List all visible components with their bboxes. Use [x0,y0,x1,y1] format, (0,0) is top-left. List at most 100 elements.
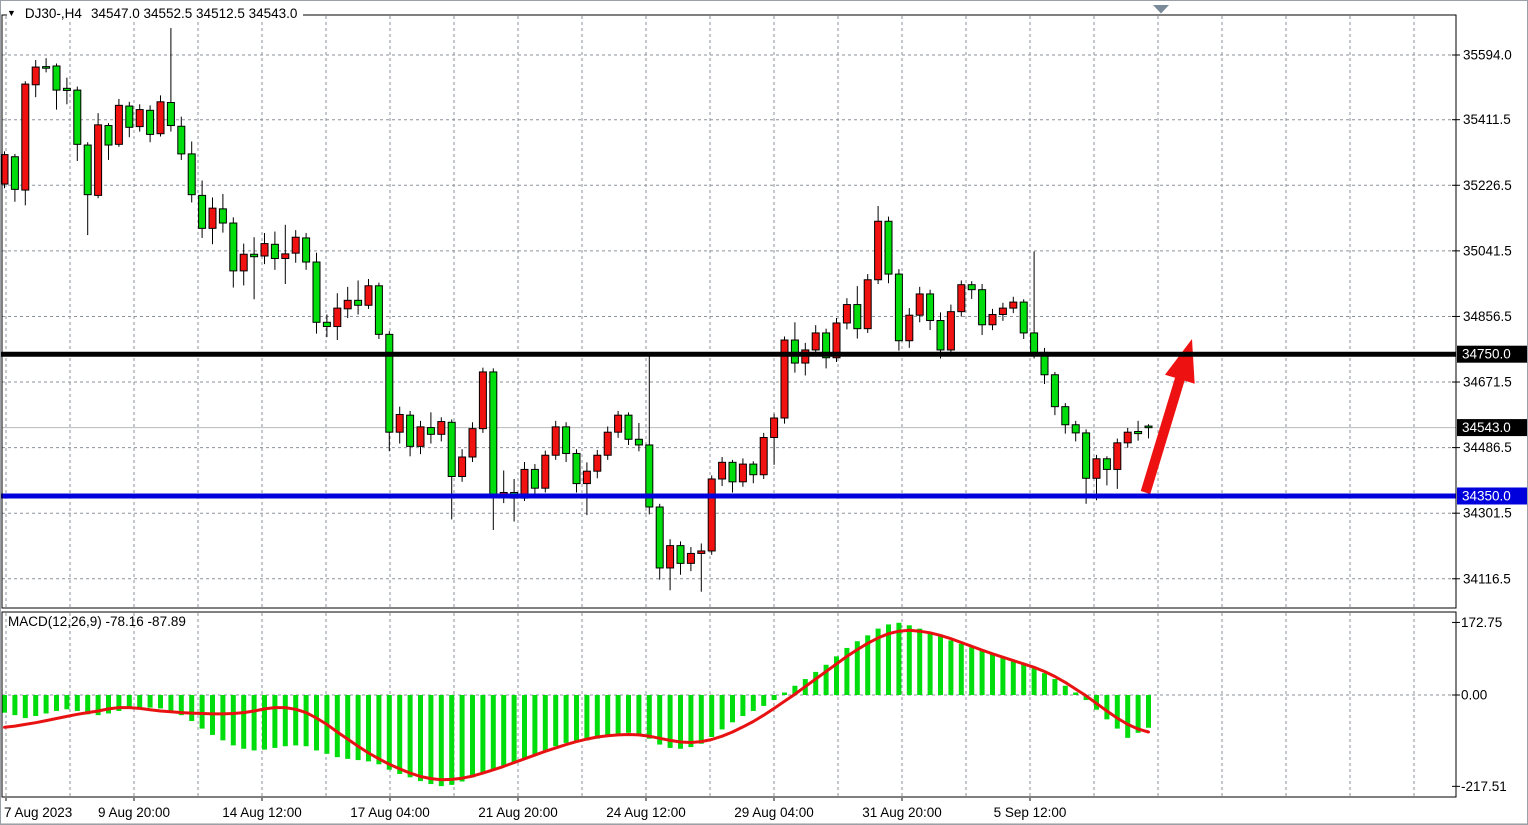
candle-body [126,106,133,127]
candle-body [594,455,601,471]
macd-axis-label: -217.51 [1461,779,1507,794]
chart-canvas[interactable]: 35594.035411.535226.535041.534856.534671… [1,1,1528,825]
scroll-to-end-marker-icon[interactable] [1153,5,1169,14]
time-axis-label: 9 Aug 20:00 [98,805,170,820]
breakout-arrow [1146,339,1195,493]
macd-histogram-bar [574,695,579,741]
candle-body [1051,375,1058,407]
candle-body [812,333,819,350]
macd-histogram-bar [54,695,59,711]
candle-body [417,427,424,446]
macd-histogram-bar [460,695,465,782]
candle-body [365,286,372,305]
price-axis-label: 35041.5 [1463,243,1512,258]
macd-histogram-bar [220,695,225,740]
candle-body [396,414,403,432]
candle-body [1062,407,1069,425]
macd-histogram-bar [1104,695,1109,719]
macd-histogram-bar [730,695,735,722]
candle-body [1083,433,1090,478]
macd-histogram-bar [252,695,257,750]
macd-histogram-bar [907,625,912,695]
candles [1,28,1152,592]
candle-body [448,422,455,476]
macd-histogram-bar [740,695,745,716]
time-axis-label: 17 Aug 04:00 [350,805,430,820]
price-axis-label: 35411.5 [1463,112,1511,127]
macd-histogram-bar [408,695,413,777]
candle-body [188,154,195,195]
candle-body [323,322,330,326]
candle-body [271,244,278,258]
candle-body [147,110,154,134]
candle-body [1072,425,1079,433]
candle-body [958,285,965,312]
macd-histogram-bar [491,695,496,770]
candle-body [178,126,185,154]
macd-histogram-bar [532,695,537,755]
candle-body [729,462,736,481]
candle-body [885,221,892,274]
macd-histogram-bar [480,695,485,772]
macd-histogram-bar [12,695,17,715]
macd-histogram-bar [501,695,506,766]
macd-histogram-bar [1115,695,1120,729]
macd-histogram-bar [314,695,319,750]
candle-body [604,432,611,455]
macd-histogram-bar [938,636,943,695]
macd-histogram-bar [1063,686,1068,695]
candle-body [573,453,580,483]
macd-histogram-bar [720,695,725,729]
ohlc-readout: 34547.0 34552.5 34512.5 34543.0 [91,6,297,21]
candle-body [677,546,684,564]
macd-histogram-bar [1021,664,1026,695]
price-axis-label: 34856.5 [1463,309,1512,324]
macd-histogram-bar [813,672,818,695]
price-axis: 35594.035411.535226.535041.534856.534671… [1452,48,1527,794]
candle-body [989,314,996,324]
macd-histogram-bar [647,695,652,739]
macd-histogram-bar [428,695,433,784]
candle-body [490,372,497,496]
macd-pane-series [2,623,1151,786]
macd-histogram-bar [990,654,995,695]
symbol-timeframe-label: DJ30-,H4 [25,6,82,21]
candle-body [583,471,590,483]
candle-body [469,429,476,457]
price-axis-label: 34301.5 [1463,506,1512,521]
candle-body [760,438,767,475]
candle-body [979,290,986,325]
macd-indicator-label: MACD(12,26,9) -78.16 -87.89 [8,614,186,629]
trading-chart-window: 35594.035411.535226.535041.534856.534671… [0,0,1528,825]
symbol-dropdown-icon[interactable]: ▼ [7,9,16,18]
candle-body [698,551,705,553]
macd-axis-label: 0.00 [1461,688,1487,703]
macd-histogram-bar [959,644,964,695]
candle-body [105,126,112,145]
candle-body [282,254,289,259]
macd-histogram-bar [470,695,475,777]
candle-body [625,415,632,439]
price-axis-label: 35226.5 [1463,178,1512,193]
candle-body [947,312,954,350]
macd-histogram-bar [262,695,267,750]
macd-histogram-bar [782,692,787,695]
candle-body [916,294,923,315]
macd-histogram-bar [917,629,922,695]
candle-body [1145,426,1152,428]
candle-body [136,110,143,127]
candle-body [708,479,715,551]
macd-histogram-bar [356,695,361,760]
candle-body [375,286,382,335]
macd-histogram-bar [200,695,205,729]
macd-histogram-bar [1032,668,1037,695]
candle-body [968,285,975,290]
candle-body [1020,302,1027,333]
candle-body [1010,302,1017,308]
macd-histogram-bar [168,695,173,711]
price-marker-label: 34543.0 [1462,420,1511,435]
macd-histogram-bar [449,695,454,785]
macd-histogram-bar [272,695,277,748]
macd-histogram-bar [751,695,756,711]
candle-body [771,418,778,437]
